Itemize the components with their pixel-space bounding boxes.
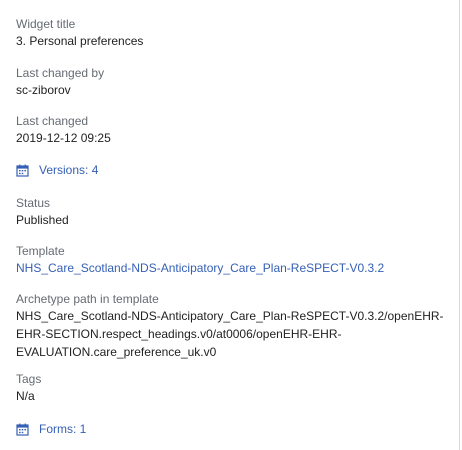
archetype-path-line: EHR-SECTION.respect_headings.v0/at0006/o… [16,327,342,341]
versions-link-label[interactable]: Versions: 4 [39,163,98,177]
calendar-icon [16,423,29,436]
last-changed-label: Last changed [16,114,89,128]
calendar-icon [16,164,29,177]
tags-value: N/a [16,389,35,403]
widget-details-panel: Widget title 3. Personal preferences Las… [0,0,460,450]
forms-link[interactable]: Forms: 1 [16,422,86,436]
status-label: Status [16,196,51,210]
archetype-path-field: Archetype path in template NHS_Care_Scot… [16,291,449,361]
template-label: Template [16,244,65,258]
versions-link[interactable]: Versions: 4 [16,163,98,177]
forms-link-label[interactable]: Forms: 1 [39,422,86,436]
last-changed-by-field: Last changed by sc-ziborov [16,65,449,99]
widget-title-label: Widget title [16,17,76,31]
archetype-path-line: NHS_Care_Scotland-NDS-Anticipatory_Care_… [16,309,444,323]
last-changed-by-label: Last changed by [16,66,105,80]
status-value: Published [16,213,69,227]
widget-title-field: Widget title 3. Personal preferences [16,16,449,50]
template-link[interactable]: NHS_Care_Scotland-NDS-Anticipatory_Care_… [16,260,449,277]
tags-field: Tags N/a [16,371,449,405]
last-changed-field: Last changed 2019-12-12 09:25 [16,113,449,147]
tags-label: Tags [16,372,42,386]
widget-title-value: 3. Personal preferences [16,34,144,48]
template-field: Template NHS_Care_Scotland-NDS-Anticipat… [16,243,449,277]
last-changed-value: 2019-12-12 09:25 [16,131,111,145]
last-changed-by-value: sc-ziborov [16,83,71,97]
archetype-path-line: EVALUATION.care_preference_uk.v0 [16,345,217,359]
archetype-path-label: Archetype path in template [16,292,159,306]
status-field: Status Published [16,195,449,229]
